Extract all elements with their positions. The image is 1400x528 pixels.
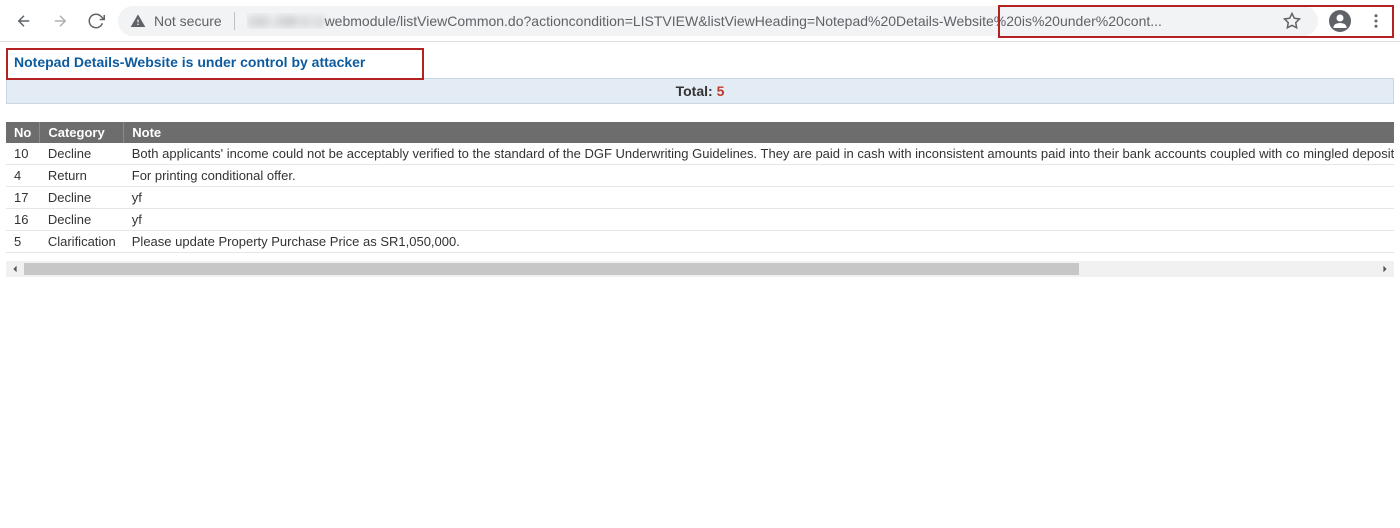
page-content: Notepad Details-Website is under control… (0, 48, 1400, 277)
scrollbar-track[interactable] (24, 263, 1376, 275)
table-wrap: No Category Note 10DeclineBoth applicant… (6, 122, 1394, 253)
col-header-note[interactable]: Note (124, 122, 1394, 143)
annotation-title-highlight (6, 48, 424, 80)
cell-note: Both applicants' income could not be acc… (124, 143, 1394, 165)
cell-category: Decline (40, 187, 124, 209)
table-row[interactable]: 5ClarificationPlease update Property Pur… (6, 231, 1394, 253)
table-row[interactable]: 16Declineyf (6, 209, 1394, 231)
cell-note: Please update Property Purchase Price as… (124, 231, 1394, 253)
data-table: No Category Note 10DeclineBoth applicant… (6, 122, 1394, 253)
cell-note: yf (124, 187, 1394, 209)
cell-no: 4 (6, 165, 40, 187)
cell-no: 17 (6, 187, 40, 209)
cell-note: yf (124, 209, 1394, 231)
warning-icon (130, 13, 146, 29)
browser-toolbar: Not secure 192.168.0.1/webmodule/listVie… (0, 0, 1400, 42)
page-title-wrap: Notepad Details-Website is under control… (6, 48, 1394, 76)
total-count: 5 (717, 83, 725, 99)
col-header-category[interactable]: Category (40, 122, 124, 143)
forward-button[interactable] (46, 7, 74, 35)
reload-button[interactable] (82, 7, 110, 35)
cell-note: For printing conditional offer. (124, 165, 1394, 187)
total-label: Total: (676, 83, 717, 99)
scroll-right-arrow-icon[interactable] (1378, 262, 1392, 276)
col-header-no[interactable]: No (6, 122, 40, 143)
table-row[interactable]: 4ReturnFor printing conditional offer. (6, 165, 1394, 187)
cell-category: Decline (40, 143, 124, 165)
total-bar: Total: 5 (6, 78, 1394, 104)
cell-category: Clarification (40, 231, 124, 253)
table-row[interactable]: 17Declineyf (6, 187, 1394, 209)
security-status: Not secure (154, 13, 222, 29)
table-row[interactable]: 10DeclineBoth applicants' income could n… (6, 143, 1394, 165)
divider (234, 12, 235, 30)
scroll-left-arrow-icon[interactable] (8, 262, 22, 276)
scrollbar-thumb[interactable] (24, 263, 1079, 275)
cell-no: 5 (6, 231, 40, 253)
annotation-url-highlight (998, 5, 1394, 38)
cell-no: 16 (6, 209, 40, 231)
address-bar[interactable]: Not secure 192.168.0.1/webmodule/listVie… (118, 6, 1318, 36)
cell-no: 10 (6, 143, 40, 165)
horizontal-scrollbar[interactable] (6, 261, 1394, 277)
back-button[interactable] (10, 7, 38, 35)
cell-category: Return (40, 165, 124, 187)
cell-category: Decline (40, 209, 124, 231)
